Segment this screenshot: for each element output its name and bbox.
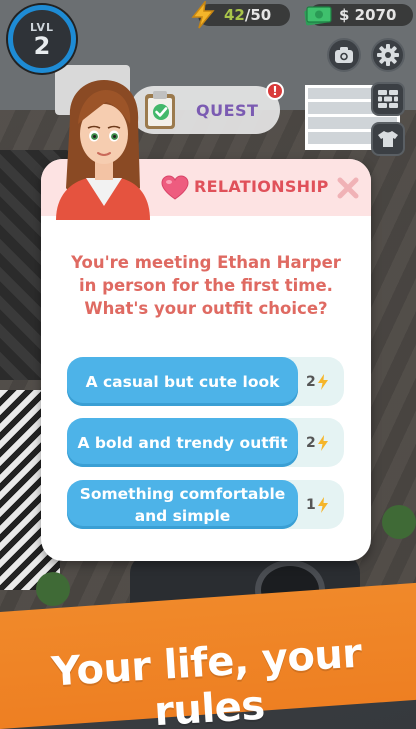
cost-value: 1 bbox=[306, 496, 316, 513]
potted-plant bbox=[382, 505, 416, 539]
dialog-title: RELATIONSHIP bbox=[194, 177, 329, 196]
brick-wall-icon bbox=[378, 90, 398, 108]
money-counter[interactable]: $ 2070 bbox=[304, 4, 413, 26]
build-button[interactable] bbox=[371, 82, 405, 116]
heart-icon bbox=[161, 175, 189, 200]
money-amount: $ 2070 bbox=[339, 6, 397, 24]
energy-cost: 1 bbox=[306, 480, 329, 529]
choice-button[interactable]: A casual but cute look bbox=[67, 357, 298, 406]
energy-cost: 2 bbox=[306, 418, 329, 467]
gear-icon bbox=[377, 44, 399, 66]
cost-value: 2 bbox=[306, 373, 316, 390]
choice-option[interactable]: A casual but cute look 2 bbox=[67, 357, 344, 406]
wardrobe-button[interactable] bbox=[371, 122, 405, 156]
character-avatar bbox=[56, 80, 150, 220]
level-value: 2 bbox=[33, 31, 51, 60]
settings-button[interactable] bbox=[371, 38, 405, 72]
choice-button[interactable]: A bold and trendy outfit bbox=[67, 418, 298, 467]
potted-plant bbox=[36, 572, 70, 606]
energy-cost: 2 bbox=[306, 357, 329, 406]
choice-option[interactable]: A bold and trendy outfit 2 bbox=[67, 418, 344, 467]
lightning-bolt-icon bbox=[317, 434, 328, 451]
energy-max: /50 bbox=[244, 6, 272, 24]
energy-current: 42 bbox=[224, 6, 245, 24]
quest-alert-badge: ! bbox=[266, 82, 284, 100]
lightning-bolt-icon bbox=[317, 373, 328, 390]
cost-value: 2 bbox=[306, 434, 316, 451]
choice-option[interactable]: Something comfortable and simple 1 bbox=[67, 480, 344, 529]
level-badge[interactable]: LVL 2 bbox=[8, 5, 76, 73]
cash-icon bbox=[304, 6, 332, 26]
camera-icon bbox=[335, 47, 353, 63]
shirt-icon bbox=[378, 131, 398, 147]
choice-button[interactable]: Something comfortable and simple bbox=[67, 480, 298, 529]
dialog-question: You're meeting Ethan Harper in person fo… bbox=[71, 253, 341, 318]
lightning-bolt-icon bbox=[317, 496, 328, 513]
energy-counter[interactable]: 42 /50 bbox=[191, 1, 290, 29]
lightning-bolt-icon bbox=[191, 1, 215, 29]
quest-label: QUEST bbox=[196, 100, 259, 120]
camera-button[interactable] bbox=[327, 38, 361, 72]
close-icon[interactable] bbox=[337, 177, 359, 199]
